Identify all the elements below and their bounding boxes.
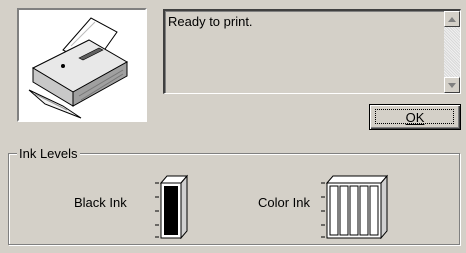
scroll-down-arrow-icon: [448, 82, 456, 88]
color-ink-cartridge-3: [349, 185, 359, 236]
scroll-down-button[interactable]: [444, 77, 460, 93]
black-ink-gauge: [155, 174, 189, 239]
printer-status-dialog: Ready to print. OK Ink Levels Black Ink: [0, 0, 466, 253]
printer-image-frame: [17, 8, 147, 122]
ink-levels-group: Ink Levels Black Ink Color Ink: [8, 146, 460, 245]
ink-levels-title: Ink Levels: [17, 146, 80, 161]
black-ink-label: Black Ink: [74, 195, 127, 210]
color-ink-cartridge-2: [339, 185, 349, 236]
status-scrollbar[interactable]: [444, 11, 460, 93]
color-ink-cartridge-1: [329, 185, 339, 236]
color-ink-label: Color Ink: [258, 195, 311, 210]
printer-icon: [28, 17, 129, 119]
scroll-up-arrow-icon: [448, 16, 456, 22]
status-message-box: Ready to print.: [163, 9, 461, 94]
status-message: Ready to print.: [168, 14, 253, 29]
color-ink-cartridge-5: [369, 185, 379, 236]
scroll-up-button[interactable]: [444, 11, 460, 27]
ok-button[interactable]: OK: [369, 104, 461, 130]
color-ink-gauge: [321, 174, 389, 239]
black-ink-fill: [164, 186, 178, 235]
ok-button-label: OK: [405, 109, 425, 125]
color-ink-cartridge-4: [359, 185, 369, 236]
